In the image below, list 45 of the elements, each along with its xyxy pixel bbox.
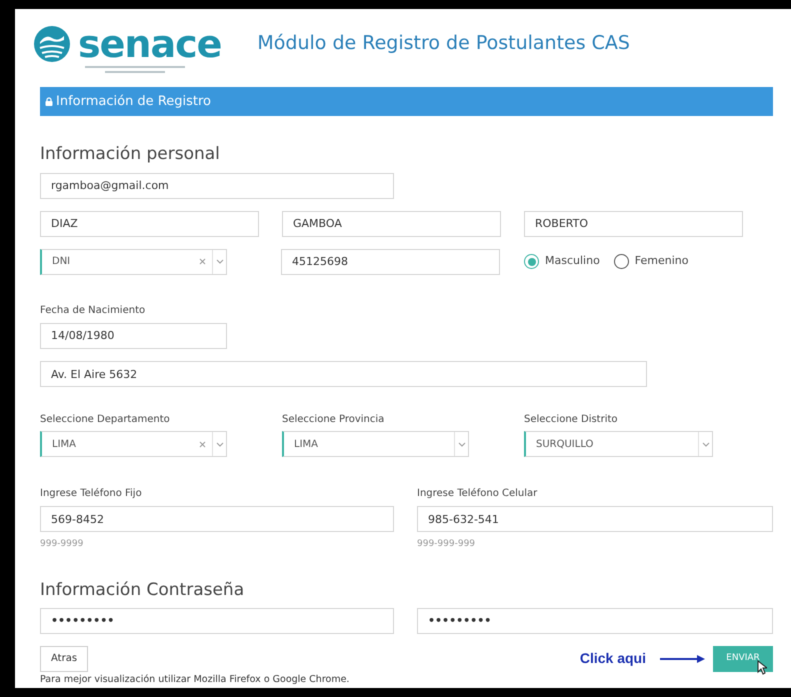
input-field[interactable]: 45125698: [281, 248, 500, 274]
input-field[interactable]: •••••••••: [417, 608, 773, 634]
lock-icon: [45, 97, 53, 106]
back-button[interactable]: Atras: [40, 646, 88, 672]
field-label: Seleccione Departamento: [40, 413, 171, 427]
field-label: Ingrese Teléfono Fijo: [40, 487, 143, 501]
clear-icon[interactable]: [199, 258, 206, 265]
clear-icon[interactable]: [199, 440, 206, 448]
hint-text: 999-999-999: [417, 538, 476, 551]
chevron-down-icon: [702, 442, 710, 446]
field-label: Ingrese Teléfono Celular: [417, 487, 538, 501]
input-field[interactable]: •••••••••: [40, 608, 394, 634]
callout-text: Click aqui: [580, 649, 646, 668]
select-field[interactable]: LIMA: [40, 431, 227, 457]
field-label: Seleccione Distrito: [524, 413, 619, 427]
input-field[interactable]: 14/08/1980: [40, 322, 227, 348]
radio-button[interactable]: [614, 254, 629, 269]
logo-emblem-icon: [32, 24, 72, 64]
field-label: Seleccione Provincia: [282, 413, 386, 427]
field-label: Fecha de Nacimiento: [40, 304, 146, 318]
input-field[interactable]: 985-632-541: [417, 506, 773, 532]
page-title: Módulo de Registro de Postulantes CAS: [257, 31, 630, 56]
radio-option[interactable]: Femenino: [614, 253, 689, 270]
input-field[interactable]: ROBERTO: [524, 210, 743, 236]
section-heading: Información Contraseña: [40, 580, 246, 600]
input-field[interactable]: rgamboa@gmail.com: [40, 172, 394, 198]
logo-text: senace: [78, 24, 222, 64]
input-field[interactable]: Av. El Aire 5632: [40, 361, 647, 387]
hint-text: 999-9999: [40, 538, 84, 551]
chevron-down-icon: [216, 442, 224, 446]
input-field[interactable]: 569-8452: [40, 506, 394, 532]
browser-note: Para mejor visualización utilizar Mozilla Firefox o Google Chrome.: [40, 672, 350, 686]
section-heading: Información personal: [40, 144, 221, 164]
panel-title: Información de Registro: [56, 92, 212, 111]
arrow-icon: [660, 654, 705, 662]
select-field[interactable]: DNI: [40, 248, 227, 274]
chevron-down-icon: [216, 259, 224, 264]
input-field[interactable]: DIAZ: [40, 210, 259, 236]
select-field[interactable]: SURQUILLO: [524, 431, 713, 457]
chevron-down-icon: [458, 442, 466, 446]
select-field[interactable]: LIMA: [282, 431, 469, 457]
cursor-icon: [757, 660, 767, 674]
radio-button[interactable]: [524, 254, 539, 269]
input-field[interactable]: GAMBOA: [282, 210, 501, 236]
radio-option[interactable]: Masculino: [524, 253, 600, 270]
